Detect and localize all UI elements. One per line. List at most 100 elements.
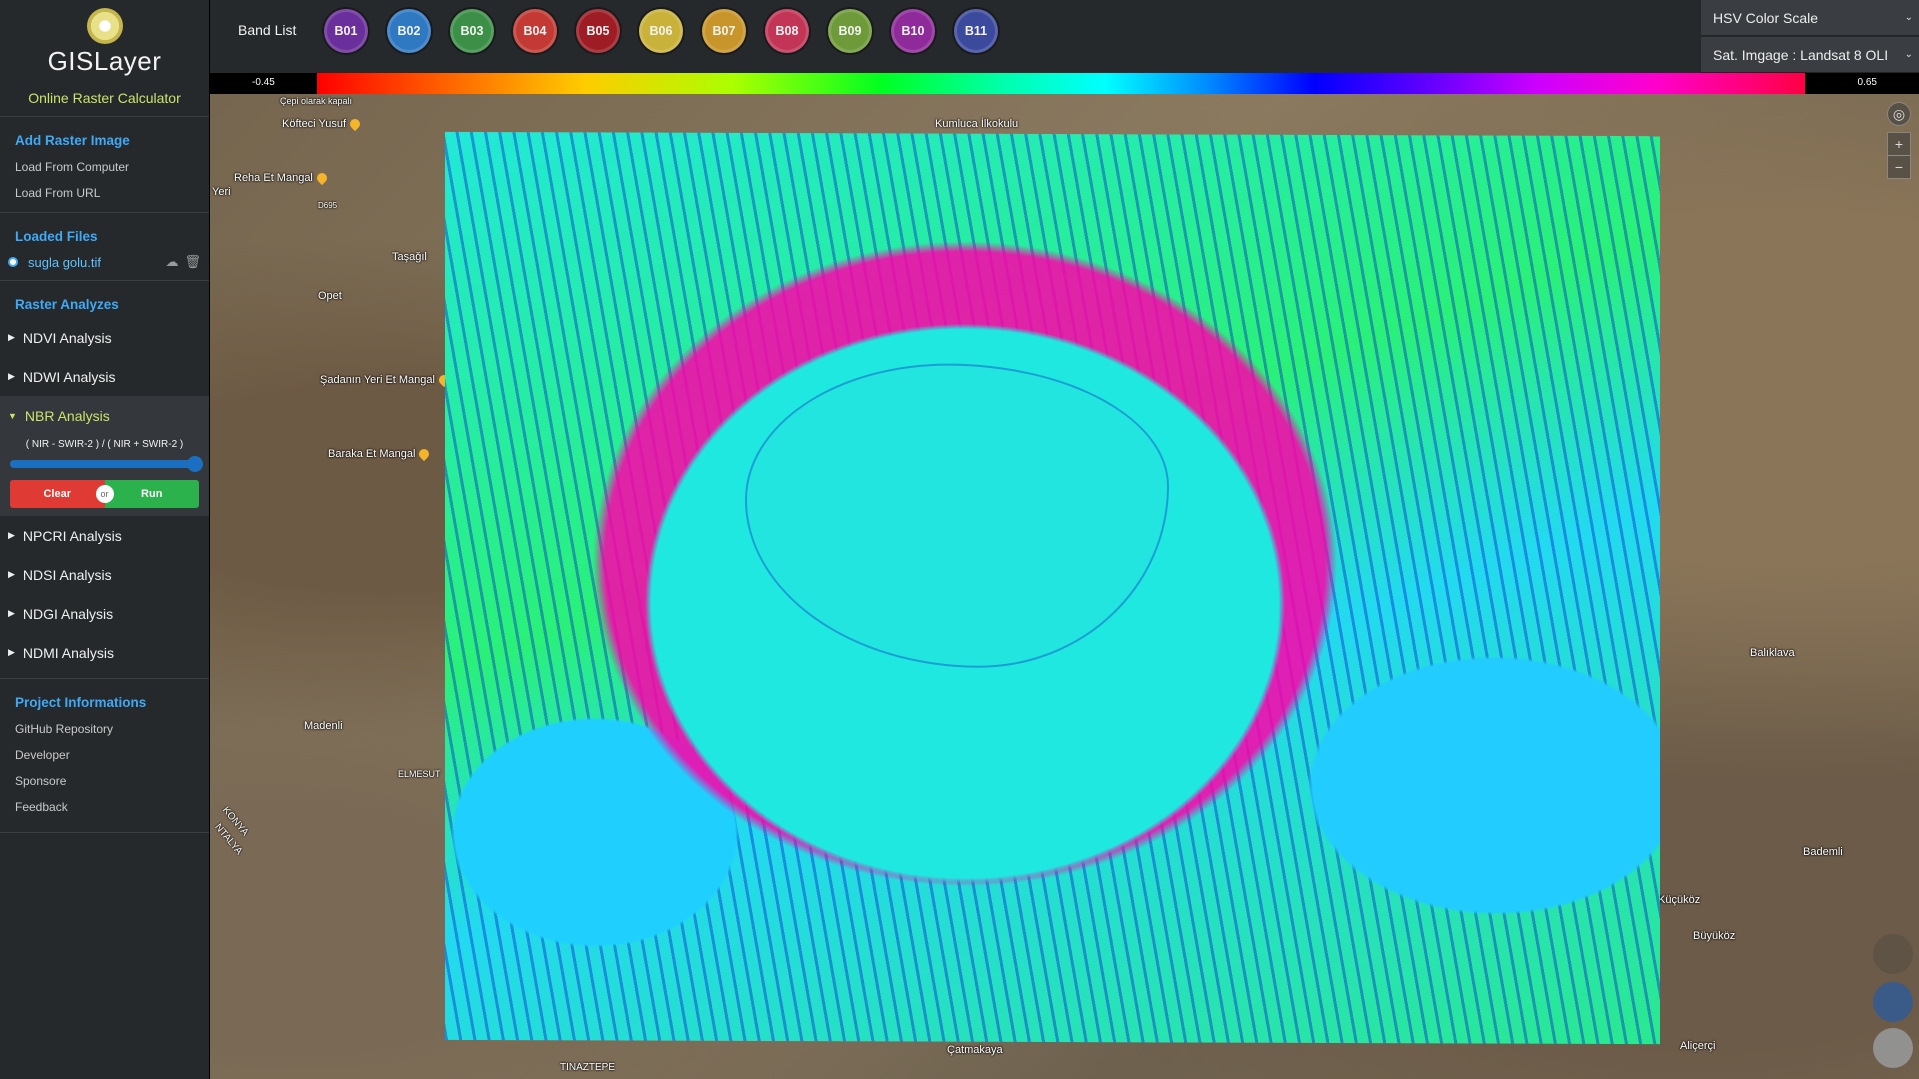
sponsore-link[interactable]: Sponsore xyxy=(0,768,209,794)
nbr-label: NBR Analysis xyxy=(24,407,110,424)
ndgi-analysis-item[interactable]: ▶ NDGI Analysis xyxy=(0,594,209,633)
npcri-label: NPCRI Analysis xyxy=(22,527,122,544)
file-name[interactable]: sugla golu.tif xyxy=(28,255,165,270)
file-radio[interactable] xyxy=(8,257,18,267)
band-button-b08[interactable]: B08 xyxy=(765,9,809,53)
ndmi-analysis-item[interactable]: ▶ NDMI Analysis xyxy=(0,633,209,672)
map-label-elmesut: ELMESUT xyxy=(398,769,441,779)
color-scale-bar: -0.45 0.65 xyxy=(210,73,1919,94)
map-label-d695: D695 xyxy=(318,201,338,210)
map-label-kucukoz: Küçüköz xyxy=(1658,894,1701,906)
project-title: Project Informations xyxy=(15,695,147,710)
map-label-kofteci: Köfteci Yusuf xyxy=(282,117,363,132)
band-button-b10[interactable]: B10 xyxy=(891,9,935,53)
map-label-baraka: Baraka Et Mangal xyxy=(328,447,432,462)
run-button[interactable]: Run xyxy=(104,480,199,508)
caret-down-icon: ▼ xyxy=(8,410,17,421)
color-scale-value: HSV Color Scale xyxy=(1713,9,1819,26)
band-button-b11[interactable]: B11 xyxy=(954,9,998,53)
map-label-catmakaya: Çatmakaya xyxy=(947,1044,1003,1056)
clear-button[interactable]: Clear xyxy=(10,480,105,508)
feedback-link[interactable]: Feedback xyxy=(0,794,209,820)
cloud-download-icon[interactable]: ☁ xyxy=(165,254,178,270)
github-link[interactable]: GitHub Repository xyxy=(0,716,209,742)
nbr-panel: ( NIR - SWIR-2 ) / ( NIR + SWIR-2 ) Clea… xyxy=(0,435,209,516)
band-button-b05[interactable]: B05 xyxy=(576,9,620,53)
band-list-label: Band List xyxy=(238,22,297,38)
satellite-select[interactable]: Sat. Imgage : Landsat 8 OLI ⌄ xyxy=(1701,37,1919,73)
add-raster-title: Add Raster Image xyxy=(15,133,130,148)
zoom-out-button[interactable]: − xyxy=(1887,155,1911,179)
lake-area xyxy=(745,362,1169,669)
pin-icon xyxy=(314,171,329,186)
chevron-down-icon: ⌄ xyxy=(1904,12,1913,23)
map-label-madenli: Madenli xyxy=(304,720,343,732)
map-label-balikiava: Balıklava xyxy=(1750,647,1795,659)
chevron-down-icon: ⌄ xyxy=(1904,49,1913,60)
caret-right-icon: ▶ xyxy=(8,647,15,657)
band-button-b02[interactable]: B02 xyxy=(387,9,431,53)
ndvi-label: NDVI Analysis xyxy=(22,329,112,346)
zoom-in-button[interactable]: + xyxy=(1887,132,1911,156)
app-subtitle: Online Raster Calculator xyxy=(0,80,209,117)
project-section: Project Informations GitHub Repository D… xyxy=(0,679,209,833)
nbr-analysis-item[interactable]: ▼ NBR Analysis xyxy=(0,396,209,435)
raster-analyzes-section: Raster Analyzes ▶ NDVI Analysis ▶ NDWI Ana… xyxy=(0,281,209,679)
map-label-bademli: Bademli xyxy=(1803,846,1843,858)
band-button-b07[interactable]: B07 xyxy=(702,9,746,53)
caret-right-icon: ▶ xyxy=(8,332,15,342)
npcri-analysis-item[interactable]: ▶ NPCRI Analysis xyxy=(0,516,209,555)
map-label-alicerci: Aliçerçi xyxy=(1680,1040,1716,1052)
map-control-round-1[interactable] xyxy=(1873,934,1913,974)
logo: GISLayer xyxy=(0,0,209,80)
scale-min: -0.45 xyxy=(252,77,275,88)
color-gradient xyxy=(317,73,1805,94)
threshold-slider[interactable] xyxy=(10,456,203,472)
map-label-buyukoz: Büyüköz xyxy=(1693,930,1736,942)
band-button-b03[interactable]: B03 xyxy=(450,9,494,53)
band-list: B01 B02 B03 B04 B05 B06 B07 B08 B09 B10 B11 xyxy=(324,9,998,53)
caret-right-icon: ▶ xyxy=(8,371,15,381)
band-button-b01[interactable]: B01 xyxy=(324,9,368,53)
loaded-files-section: Loaded Files sugla golu.tif ☁ 🗑 xyxy=(0,213,209,281)
map-label-tinaztepe: TINAZTEPE xyxy=(560,1062,616,1073)
satellite-value: Sat. Imgage : Landsat 8 OLI xyxy=(1713,46,1889,63)
loaded-file-row[interactable]: sugla golu.tif ☁ 🗑 xyxy=(0,250,209,274)
or-separator: or xyxy=(95,485,114,503)
map-label-tasagil: Taşağıl xyxy=(392,251,427,263)
map-view[interactable]: Çepi olarak kapalı Köfteci Yusuf Kumluca… xyxy=(210,94,1919,1079)
raster-analyzes-title: Raster Analyzes xyxy=(15,297,119,312)
band-button-b09[interactable]: B09 xyxy=(828,9,872,53)
ndsi-analysis-item[interactable]: ▶ NDSI Analysis xyxy=(0,555,209,594)
caret-right-icon: ▶ xyxy=(8,530,15,540)
developer-link[interactable]: Developer xyxy=(0,742,209,768)
pin-icon xyxy=(347,117,363,132)
raster-overlay xyxy=(445,131,1660,1045)
caret-right-icon: ▶ xyxy=(8,608,15,618)
color-scale-select[interactable]: HSV Color Scale ⌄ xyxy=(1701,0,1919,36)
slider-thumb[interactable] xyxy=(187,456,203,472)
scale-max: 0.65 xyxy=(1857,77,1877,88)
ndsi-label: NDSI Analysis xyxy=(22,566,112,583)
add-raster-section: Add Raster Image Load From Computer Load… xyxy=(0,117,209,213)
ndgi-label: NDGI Analysis xyxy=(22,605,114,622)
nbr-formula: ( NIR - SWIR-2 ) / ( NIR + SWIR-2 ) xyxy=(25,439,184,450)
layer-toggle-icon[interactable] xyxy=(1873,1028,1913,1068)
load-from-url-link[interactable]: Load From URL xyxy=(0,180,209,206)
loaded-files-title: Loaded Files xyxy=(15,229,98,244)
app-title: GISLayer xyxy=(47,46,162,76)
top-bar: Band List B01 B02 B03 B04 B05 B06 B07 B08 B09 B10… xyxy=(210,0,1919,73)
band-button-b06[interactable]: B06 xyxy=(639,9,683,53)
sidebar: GISLayer Online Raster Calculator Add Ra… xyxy=(0,0,210,1079)
logo-icon xyxy=(86,8,123,44)
map-label-reha: Reha Et Mangal xyxy=(234,171,329,186)
band-button-b04[interactable]: B04 xyxy=(513,9,557,53)
map-label-sadanin: Şadanın Yeri Et Mangal xyxy=(320,373,452,388)
caret-right-icon: ▶ xyxy=(8,569,15,579)
ndwi-analysis-item[interactable]: ▶ NDWI Analysis xyxy=(0,357,209,396)
ndvi-analysis-item[interactable]: ▶ NDVI Analysis xyxy=(0,318,209,357)
trash-icon[interactable]: 🗑 xyxy=(184,254,201,270)
compass-icon[interactable]: ◎ xyxy=(1887,102,1911,126)
load-from-computer-link[interactable]: Load From Computer xyxy=(0,154,209,180)
globe-icon[interactable] xyxy=(1873,982,1913,1022)
